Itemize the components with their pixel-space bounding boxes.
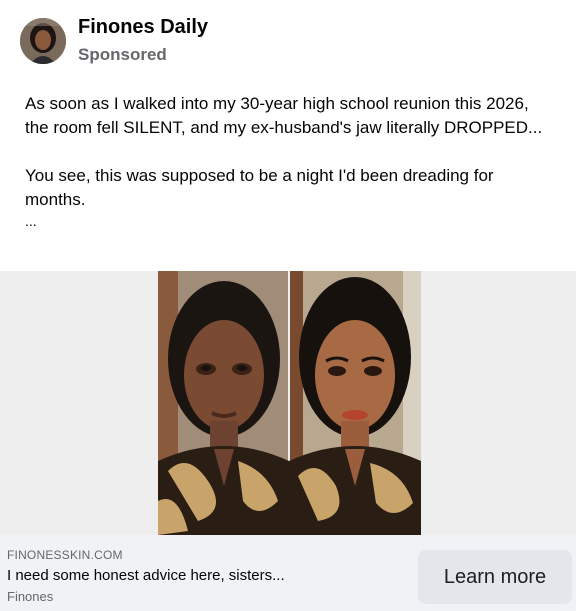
page-name[interactable]: Finones Daily — [78, 16, 208, 39]
ad-photo[interactable] — [158, 271, 421, 535]
post-paragraph-2: You see, this was supposed to be a night… — [25, 166, 494, 209]
see-more-ellipsis[interactable]: ... — [25, 212, 555, 230]
sponsored-label[interactable]: Sponsored — [78, 45, 167, 65]
profile-photo-icon — [20, 18, 66, 64]
page-avatar[interactable] — [20, 18, 66, 64]
post-paragraph-1: As soon as I walked into my 30-year high… — [25, 94, 543, 137]
learn-more-button[interactable]: Learn more — [418, 550, 572, 604]
ad-media[interactable] — [0, 271, 576, 535]
post-header: Finones Daily Sponsored — [0, 0, 576, 80]
ad-brand[interactable]: Finones — [7, 589, 53, 604]
ad-domain[interactable]: FINONESSKIN.COM — [7, 548, 123, 562]
before-after-photo-icon — [158, 271, 421, 535]
post-text: As soon as I walked into my 30-year high… — [25, 92, 555, 230]
ad-headline[interactable]: I need some honest advice here, sisters.… — [7, 567, 285, 584]
ad-cta-bar[interactable]: FINONESSKIN.COM I need some honest advic… — [0, 535, 576, 611]
